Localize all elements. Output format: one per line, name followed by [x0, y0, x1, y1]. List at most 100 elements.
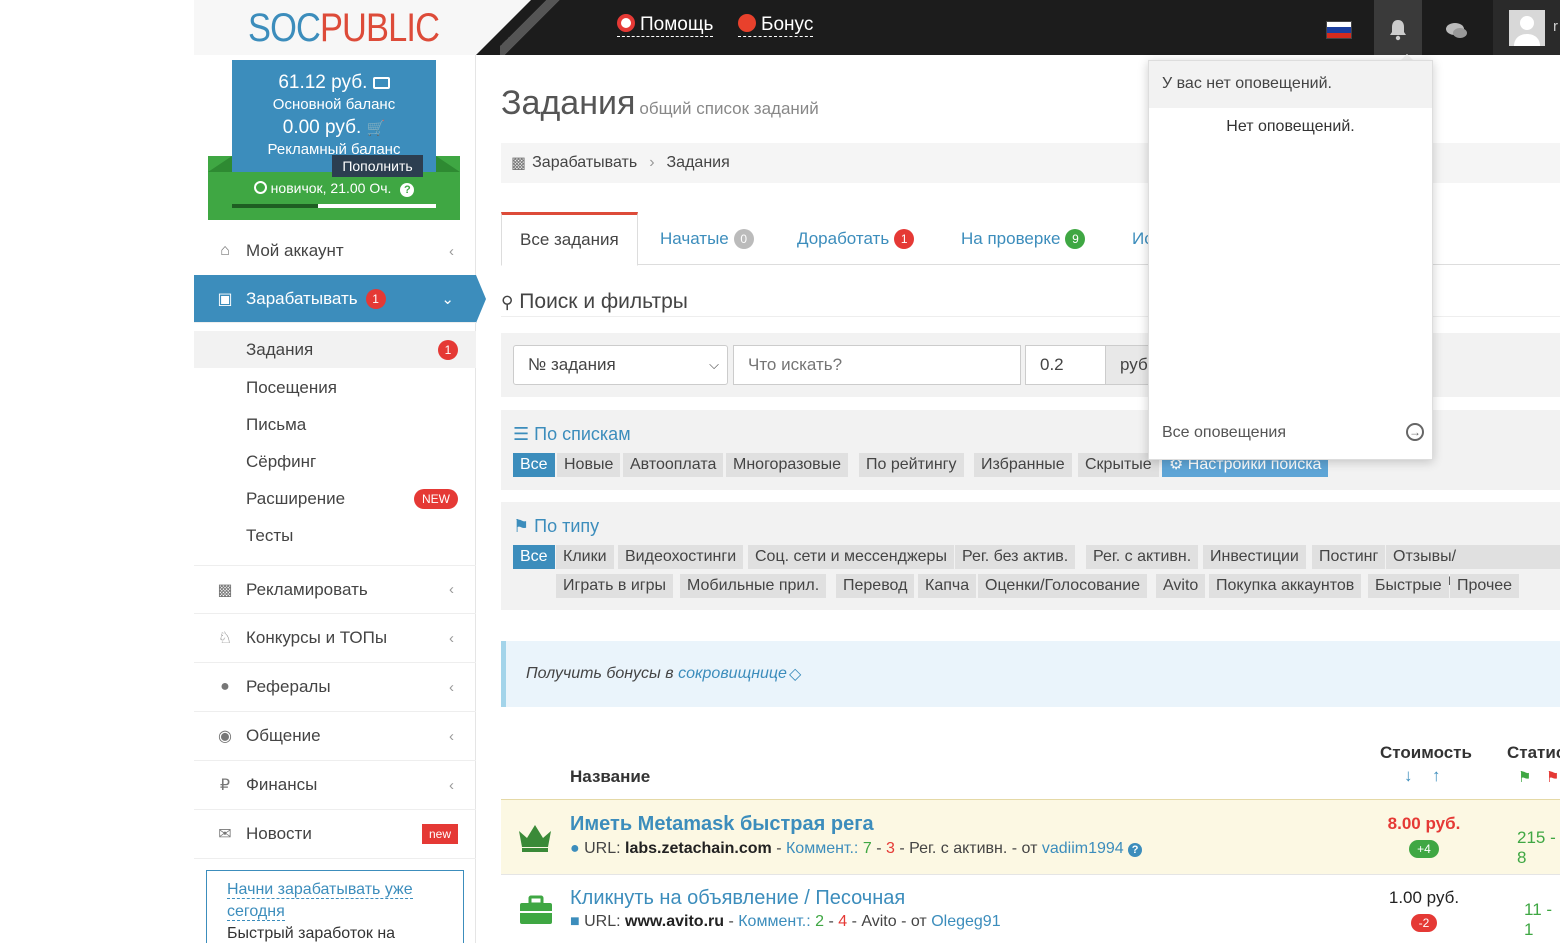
language-flag-icon[interactable]	[1326, 21, 1352, 39]
submenu-item-tests[interactable]: Тесты	[194, 517, 476, 554]
filter-chip[interactable]: Многоразовые	[726, 453, 849, 477]
diamond-icon: ◇	[788, 666, 802, 683]
notifications-button[interactable]	[1374, 0, 1422, 55]
task-price: 1.00 руб.	[1388, 888, 1460, 907]
tab-all-tasks[interactable]: Все задания	[501, 212, 638, 266]
filter-chip[interactable]: Быстрые	[1368, 574, 1449, 598]
user-level: новичок, 21.00 Оч. ?	[208, 180, 460, 197]
circle-icon	[253, 181, 267, 194]
bell-icon	[1390, 20, 1406, 41]
breadcrumb-earn[interactable]: Зарабатывать	[532, 154, 637, 172]
price-change-badge: +4	[1409, 840, 1439, 858]
sidebar-item-label: Финансы	[246, 775, 318, 794]
filter-chip[interactable]: Все	[513, 453, 555, 477]
main-balance: 61.12 руб.	[232, 72, 436, 94]
comments-label[interactable]: Коммент.:	[786, 840, 858, 857]
red-flag-icon: ⚑	[1546, 769, 1560, 786]
filter-chip[interactable]: Новые	[557, 453, 621, 477]
filter-chip[interactable]: Все	[513, 545, 555, 569]
submenu-item-tasks[interactable]: Задания 1	[194, 331, 476, 368]
types-filter-title: ⚑ По типу	[513, 516, 599, 537]
search-field-select[interactable]: № задания ⌵	[513, 345, 728, 385]
site-logo[interactable]: SOCPUBLIC	[248, 6, 440, 51]
filter-chip[interactable]: Прочее	[1450, 574, 1520, 598]
filter-chip[interactable]: Скрытые	[1078, 453, 1159, 477]
filter-chip[interactable]: Покупка аккаунтов	[1209, 574, 1362, 598]
bullhorn-icon: ✉	[218, 826, 232, 843]
sidebar-item-chat[interactable]: ◉ Общение ‹	[194, 712, 476, 761]
ad-balance-amount: 0.00 руб.	[282, 117, 362, 138]
submenu-label: Сёрфинг	[246, 451, 317, 471]
all-notifications-label: Все оповещения	[1162, 424, 1287, 441]
task-title[interactable]: Кликнуть на объявление / Песочная	[570, 887, 905, 910]
sidebar-item-news[interactable]: ✉ Новости new	[194, 810, 476, 859]
tab-on-review[interactable]: На проверке 9	[943, 212, 1103, 265]
comments-label[interactable]: Коммент.:	[738, 913, 810, 930]
filter-chip[interactable]: Соц. сети и мессенджеры	[748, 545, 954, 569]
avatar[interactable]	[1509, 10, 1545, 46]
logo-text-public: PUBLIC	[319, 6, 440, 50]
main-balance-amount: 61.12 руб.	[278, 72, 368, 93]
filter-chip[interactable]: Видеохостинги	[618, 545, 744, 569]
messages-button[interactable]	[1434, 0, 1480, 55]
search-input[interactable]	[733, 345, 1021, 385]
bonus-callout: Получить бонусы в сокровищнице ◇	[501, 641, 1560, 707]
tab-rework[interactable]: Доработать 1	[779, 212, 932, 265]
sidebar-item-account[interactable]: ⌂ Мой аккаунт ‹	[194, 227, 476, 276]
filter-chip[interactable]: Автооплата	[623, 453, 724, 477]
page-subtitle: общий список заданий	[639, 99, 819, 118]
filter-chip[interactable]: Отзывы/Комментарии	[1386, 545, 1560, 589]
tab-started[interactable]: Начатые 0	[642, 212, 772, 265]
min-price-input[interactable]: 0.2	[1025, 345, 1106, 385]
money-icon	[372, 77, 390, 89]
lifebuoy-icon	[617, 14, 635, 32]
task-title[interactable]: Иметь Metamask быстрая рега	[570, 813, 874, 836]
topup-button[interactable]: Пополнить	[332, 155, 423, 177]
task-author[interactable]: Olegeg91	[931, 913, 1000, 930]
task-category: - Avito - от	[851, 913, 927, 930]
sidebar-item-contests[interactable]: ♘ Конкурсы и ТОПы ‹	[194, 614, 476, 663]
submenu-item-letters[interactable]: Письма	[194, 406, 476, 443]
filter-chip[interactable]: Играть в игры	[556, 574, 674, 598]
treasury-link[interactable]: сокровищнице	[678, 665, 787, 683]
sidebar-item-earn[interactable]: ▣ Зарабатывать 1 ⌄	[194, 275, 476, 323]
filter-chip[interactable]: Инвестиции	[1203, 545, 1306, 569]
crown-icon	[519, 825, 551, 852]
filter-chip[interactable]: Мобильные прил.	[680, 574, 827, 598]
promo-link[interactable]: Начни зарабатывать уже сегодня	[227, 881, 413, 921]
filter-chip[interactable]: По рейтингу	[859, 453, 964, 477]
chevron-left-icon: ‹	[449, 629, 454, 647]
price-change: -2	[1364, 912, 1484, 932]
filter-chip[interactable]: Avito	[1156, 574, 1206, 598]
filter-chip[interactable]: Рег. с активн.	[1086, 545, 1199, 569]
users-icon: ●	[220, 678, 230, 695]
help-question-icon[interactable]: ?	[400, 183, 415, 197]
help-question-icon[interactable]: ?	[1128, 843, 1143, 857]
tab-label: Все задания	[520, 230, 619, 249]
submenu-item-visits[interactable]: Посещения	[194, 369, 476, 406]
tab-count: 1	[894, 228, 915, 249]
search-icon: ⚲	[501, 293, 514, 312]
submenu-item-surfing[interactable]: Сёрфинг	[194, 443, 476, 480]
sidebar-item-advertise[interactable]: ▩ Рекламировать ‹	[194, 565, 476, 614]
filter-chip[interactable]: Капча	[918, 574, 977, 598]
sidebar-item-label: Рефералы	[246, 677, 331, 696]
help-link[interactable]: Помощь	[617, 14, 714, 37]
sort-asc-icon[interactable]: ↑	[1432, 766, 1441, 786]
sort-desc-icon[interactable]: ↓	[1404, 766, 1413, 786]
filter-chip[interactable]: Перевод	[836, 574, 915, 598]
submenu-item-extension[interactable]: Расширение NEW	[194, 480, 476, 517]
filter-chip[interactable]: Постинг	[1312, 545, 1386, 569]
price-change-badge: -2	[1410, 914, 1438, 932]
submenu-label: Тесты	[246, 525, 294, 545]
filter-chip[interactable]: Оценки/Голосование	[978, 574, 1148, 598]
all-notifications-link[interactable]: Все оповещения →	[1162, 423, 1424, 442]
filter-chip[interactable]: Клики	[556, 545, 614, 569]
sidebar-item-referrals[interactable]: ● Рефералы ‹	[194, 663, 476, 712]
filter-chip[interactable]: Рег. без актив.	[955, 545, 1076, 569]
filter-chip[interactable]: Избранные	[974, 453, 1072, 477]
sidebar-item-finance[interactable]: ₽ Финансы ‹	[194, 761, 476, 810]
table-row[interactable]	[501, 799, 1560, 874]
bonus-link[interactable]: Бонус	[738, 14, 814, 37]
task-author[interactable]: vadiim1994	[1042, 840, 1124, 857]
